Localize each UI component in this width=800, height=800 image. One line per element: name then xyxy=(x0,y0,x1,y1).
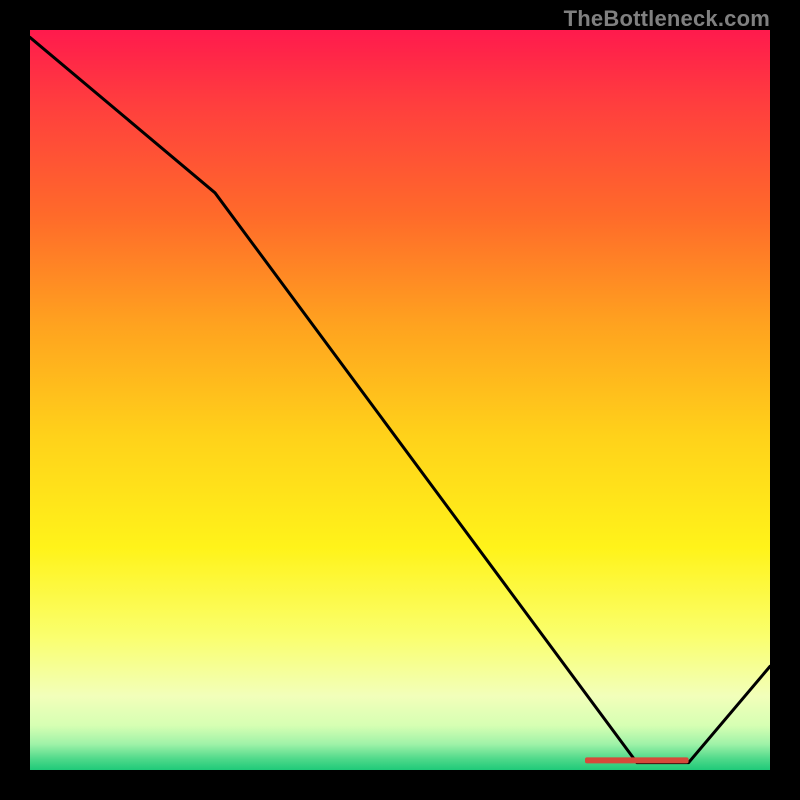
plot-area xyxy=(30,30,770,770)
gradient-background xyxy=(30,30,770,770)
watermark-text: TheBottleneck.com xyxy=(564,6,770,32)
chart-svg xyxy=(30,30,770,770)
chart-frame: TheBottleneck.com xyxy=(0,0,800,800)
optimal-marker xyxy=(585,757,689,763)
